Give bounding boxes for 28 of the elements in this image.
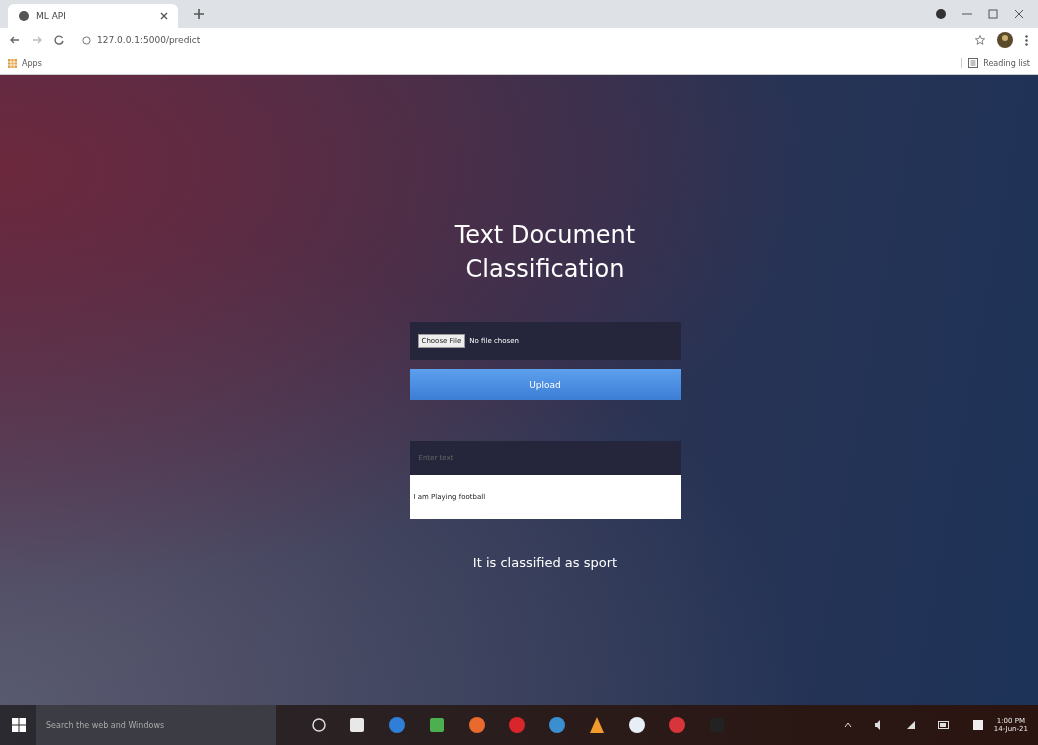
windows-logo-icon[interactable] [12,718,26,732]
app-icon[interactable] [348,716,366,734]
more-icon[interactable] [1025,34,1028,46]
taskbar-search-field[interactable]: Search the web and Windows [36,705,276,745]
reading-list-button[interactable]: Reading list [961,58,1030,68]
avatar-icon[interactable] [997,32,1013,48]
close-icon[interactable] [160,12,168,20]
app-icon[interactable] [588,716,606,734]
plus-icon[interactable] [194,9,204,19]
profile-icon[interactable] [936,9,946,19]
list-icon [968,58,979,68]
grid-icon [8,58,17,68]
app-icon[interactable] [428,716,446,734]
reload-icon[interactable] [54,35,64,45]
network-icon[interactable] [905,720,916,730]
info-icon [82,35,91,45]
app-icon[interactable] [628,716,646,734]
restore-icon[interactable] [988,9,998,19]
close-icon[interactable] [1014,9,1024,19]
battery-icon[interactable] [937,721,950,729]
back-arrow-icon[interactable] [10,35,20,45]
circle-icon[interactable] [312,718,326,732]
bookmark-link[interactable]: Apps [8,58,42,68]
page-title: Text Document Classification [453,220,637,285]
browser-tab[interactable]: ML API [8,4,178,28]
result-text: It is classified as sport [471,555,619,570]
star-icon[interactable] [975,35,985,45]
chevron-up-icon[interactable] [843,722,852,728]
